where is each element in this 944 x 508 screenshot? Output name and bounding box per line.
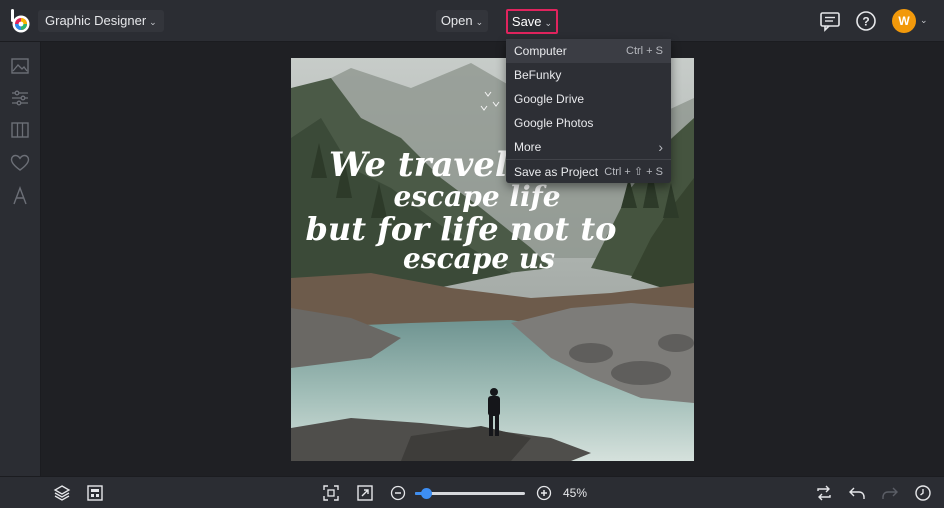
menu-item-label: Computer (514, 44, 567, 58)
svg-text:?: ? (862, 15, 869, 29)
chevron-down-icon: ⌄ (475, 17, 484, 27)
chevron-down-icon: ⌄ (149, 17, 157, 27)
actual-size-icon[interactable] (356, 484, 374, 502)
user-avatar[interactable]: W (892, 9, 916, 33)
chevron-down-icon[interactable]: ⌄ (920, 15, 928, 26)
save-dropdown-menu: Computer Ctrl + S BeFunky Google Drive G… (506, 39, 671, 183)
undo-icon[interactable] (848, 484, 866, 502)
comments-icon[interactable] (819, 10, 841, 32)
shortcut-label: Ctrl + ⇧ + S (604, 166, 663, 178)
save-label: Save (511, 14, 542, 29)
chevron-right-icon: › (658, 139, 663, 155)
quote-line-2: escape life (393, 180, 560, 213)
open-button[interactable]: Open ⌄ (436, 10, 488, 32)
befunky-logo-icon[interactable] (8, 8, 34, 34)
shortcut-label: Ctrl + S (626, 45, 663, 57)
zoom-out-icon[interactable] (389, 484, 407, 502)
layouts-icon[interactable] (10, 120, 30, 140)
menu-item-label: Google Photos (514, 116, 594, 130)
history-icon[interactable] (914, 484, 932, 502)
fit-to-screen-icon[interactable] (322, 484, 340, 502)
image-editor-icon[interactable] (10, 56, 30, 76)
zoom-slider[interactable] (415, 488, 525, 499)
zoom-level: 45% (563, 486, 588, 500)
zoom-in-icon[interactable] (535, 484, 553, 502)
open-label: Open (440, 13, 473, 28)
adjustments-icon[interactable] (10, 88, 30, 108)
top-bar: Graphic Designer ⌄ Open ⌄ Save ⌄ ? W ⌄ (0, 0, 944, 42)
save-to-google-drive[interactable]: Google Drive (506, 87, 671, 111)
menu-item-label: BeFunky (514, 68, 562, 82)
swap-icon[interactable] (815, 484, 833, 502)
save-to-google-photos[interactable]: Google Photos (506, 111, 671, 135)
layers-icon[interactable] (53, 484, 71, 502)
graphics-heart-icon[interactable] (10, 153, 30, 173)
chevron-down-icon: ⌄ (544, 18, 553, 28)
left-tool-rail (0, 42, 41, 476)
app-mode-label: Graphic Designer (45, 13, 147, 28)
redo-icon[interactable] (881, 484, 899, 502)
bottom-toolbar: 45% (0, 476, 944, 508)
help-icon[interactable]: ? (855, 10, 877, 32)
save-to-computer[interactable]: Computer Ctrl + S (506, 39, 671, 63)
menu-item-label: Google Drive (514, 92, 585, 106)
save-button[interactable]: Save ⌄ (506, 9, 558, 34)
app-mode-dropdown[interactable]: Graphic Designer ⌄ (38, 10, 164, 32)
save-more-submenu[interactable]: More › (506, 135, 671, 159)
save-as-project[interactable]: Save as Project Ctrl + ⇧ + S (506, 159, 671, 183)
quote-line-4: escape us (403, 242, 555, 275)
menu-item-label: More (514, 140, 542, 154)
layout-panel-icon[interactable] (86, 484, 104, 502)
menu-item-label: Save as Project (514, 165, 599, 179)
text-icon[interactable] (10, 186, 30, 206)
zoom-slider-handle[interactable] (421, 488, 432, 499)
save-to-befunky[interactable]: BeFunky (506, 63, 671, 87)
